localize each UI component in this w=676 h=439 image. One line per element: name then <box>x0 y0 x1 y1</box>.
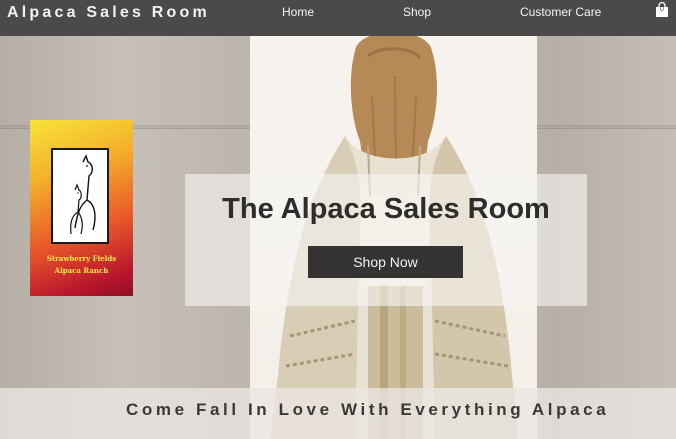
logo-text-line1: Strawberry Fields <box>46 254 117 263</box>
alpaca-icon <box>70 154 96 235</box>
hero-tagline: Come Fall In Love With Everything Alpaca <box>126 400 610 419</box>
logo-text-line2: Alpaca Ranch <box>54 266 109 275</box>
cart-button[interactable]: 0 <box>655 1 669 18</box>
ranch-logo[interactable]: Strawberry Fields Alpaca Ranch <box>30 120 133 296</box>
nav-home[interactable]: Home <box>282 5 314 19</box>
cart-count: 0 <box>660 6 664 13</box>
site-brand[interactable]: Alpaca Sales Room <box>7 4 210 22</box>
site-header: Alpaca Sales Room Home Shop Customer Car… <box>0 0 676 36</box>
tagline-banner: Come Fall In Love With Everything Alpaca <box>0 388 676 439</box>
shop-now-button[interactable]: Shop Now <box>308 246 463 278</box>
nav-customer-care[interactable]: Customer Care <box>520 5 601 19</box>
logo-frame <box>51 148 109 244</box>
nav-shop[interactable]: Shop <box>403 5 431 19</box>
hero-title-box: The Alpaca Sales Room Shop Now <box>185 174 587 306</box>
hero-title: The Alpaca Sales Room <box>222 193 550 225</box>
